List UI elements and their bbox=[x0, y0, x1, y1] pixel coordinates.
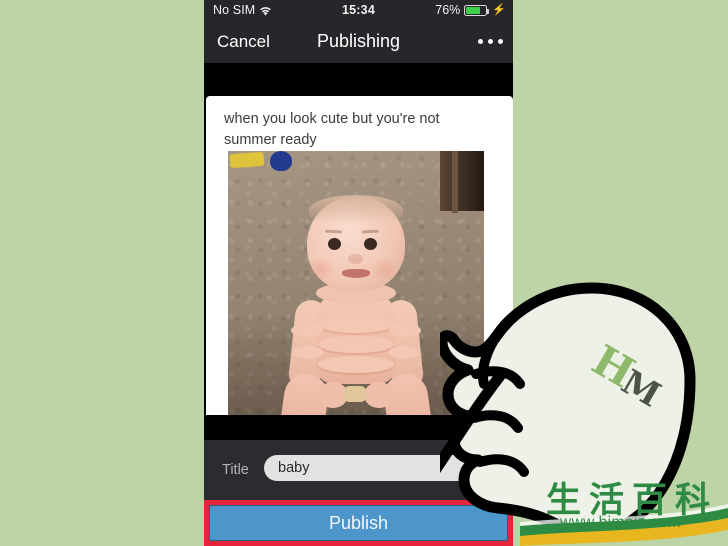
status-bar-right: 76% ⚡ bbox=[435, 3, 506, 17]
ellipsis-icon[interactable] bbox=[478, 39, 503, 44]
post-preview-card: when you look cute but you're not summer… bbox=[206, 96, 513, 440]
image-letterbox bbox=[204, 415, 513, 440]
svg-text:M: M bbox=[615, 362, 668, 411]
svg-text:H: H bbox=[584, 335, 643, 397]
battery-icon bbox=[464, 4, 490, 16]
status-bar: No SIM 15:34 76% ⚡ bbox=[204, 0, 513, 22]
post-caption: when you look cute but you're not summer… bbox=[224, 111, 440, 148]
title-label: Title bbox=[222, 462, 249, 478]
publish-button[interactable]: Publish bbox=[209, 505, 508, 541]
phone-screen: No SIM 15:34 76% ⚡ Cancel Publishing whe… bbox=[204, 0, 513, 546]
publish-button-highlight: Publish bbox=[204, 500, 513, 546]
lightning-bolt-icon: ⚡ bbox=[492, 3, 506, 16]
watermark-chinese-text: 生活百科 bbox=[546, 481, 719, 521]
nav-bar: Cancel Publishing bbox=[204, 22, 513, 63]
nav-spacer bbox=[204, 63, 513, 96]
watermark: 生活百科 www.bimeiz.com bbox=[520, 470, 728, 546]
publish-form: Title bbox=[204, 440, 513, 500]
watermark-url: www.bimeiz.com bbox=[560, 514, 682, 531]
post-image bbox=[228, 151, 484, 440]
hand-mark-letters: H M bbox=[583, 325, 675, 415]
page-title: Publishing bbox=[316, 31, 401, 51]
screenshot-canvas: No SIM 15:34 76% ⚡ Cancel Publishing whe… bbox=[0, 0, 728, 546]
title-input[interactable] bbox=[264, 455, 496, 481]
battery-percent-label: 76% bbox=[435, 3, 461, 17]
